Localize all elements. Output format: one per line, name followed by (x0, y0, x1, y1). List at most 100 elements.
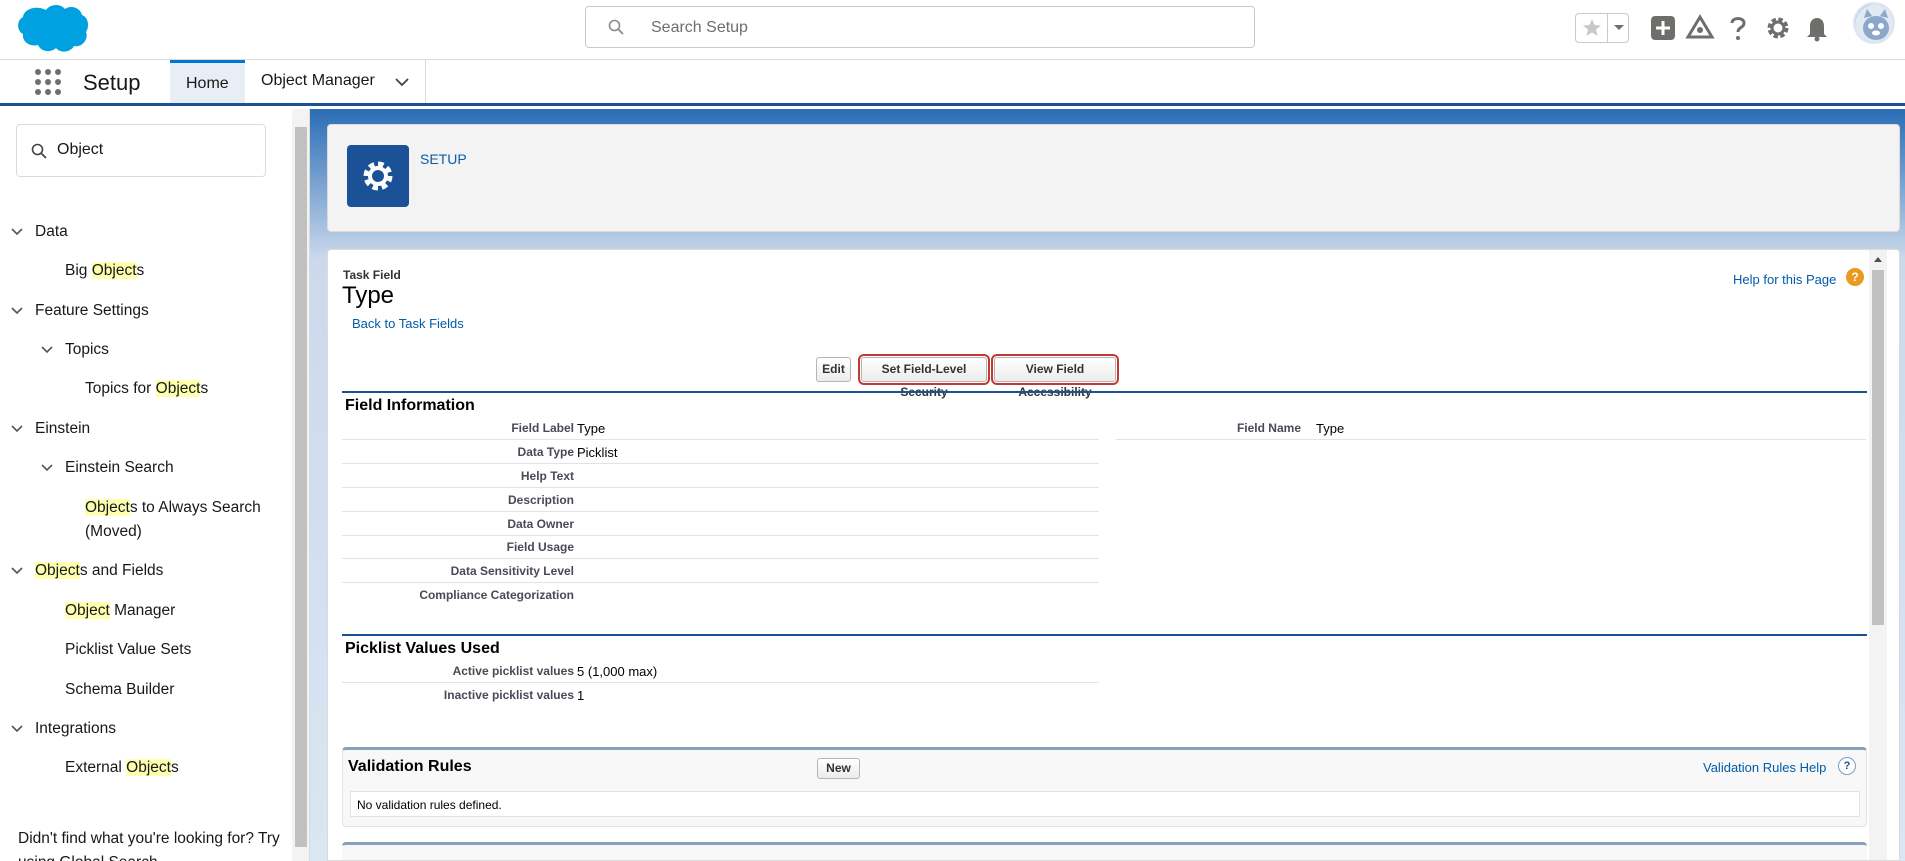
tab-home-label: Home (186, 75, 229, 92)
tree-item-object-manager[interactable]: Object Manager (65, 599, 175, 623)
detail-value: Type (577, 421, 606, 436)
field-detail-card: Task Field Type Back to Task Fields Help… (327, 249, 1900, 861)
caret-down-icon[interactable] (1613, 20, 1625, 34)
tree-label: Feature Settings (35, 302, 149, 319)
detail-row: Data Owner (342, 512, 1099, 536)
gear-icon (363, 161, 393, 191)
page-title: Type (342, 282, 395, 309)
back-to-task-fields-link[interactable]: Back to Task Fields (352, 316, 464, 331)
detail-row: Field Label Type (342, 416, 1099, 440)
detail-label: Field Name (1236, 421, 1301, 435)
tree-label: Einstein Search (65, 459, 174, 476)
detail-value: Type (1316, 421, 1345, 436)
sidebar-scrollbar[interactable] (292, 109, 309, 861)
tree-item-picklist-value-sets[interactable]: Picklist Value Sets (65, 638, 191, 662)
sidebar-scrollbar-thumb[interactable] (295, 127, 307, 847)
chevron-down-icon (11, 567, 23, 575)
detail-row: Data Sensitivity Level (342, 559, 1099, 583)
tree-node-data[interactable]: Data (10, 220, 68, 244)
detail-row: Inactive picklist values 1 (342, 683, 1099, 707)
app-name: Setup (83, 70, 141, 95)
chevron-down-icon (11, 307, 23, 315)
favorites-button[interactable] (1575, 13, 1629, 43)
tree-label: Einstein (35, 420, 91, 437)
global-search[interactable]: Search Setup (585, 6, 1255, 48)
tree-node-objects-and-fields[interactable]: Objects and Fields (10, 559, 163, 583)
bell-icon[interactable] (1802, 13, 1832, 43)
help-link-label: Help for this Page (1733, 272, 1837, 287)
sidebar-footer-hint: Didn't find what you're looking for? Try… (18, 830, 280, 861)
detail-row: Data Type Picklist (342, 440, 1099, 464)
detail-label: Active picklist values (452, 664, 574, 678)
tree-item-objects-to-always-search[interactable]: Objects to Always Search (Moved) (85, 496, 285, 544)
detail-value: 5 (1,000 max) (577, 664, 658, 679)
search-icon (31, 143, 47, 159)
view-field-accessibility-button[interactable]: View Field Accessibility (991, 354, 1119, 399)
detail-label: Data Sensitivity Level (450, 564, 574, 578)
tree-node-einstein-search[interactable]: Einstein Search (40, 456, 174, 480)
page-object-type: Task Field (343, 268, 401, 282)
context-bar: Setup Home Object Manager (0, 60, 1905, 106)
section-heading: Picklist Values Used (345, 640, 500, 657)
tab-home[interactable]: Home (170, 60, 245, 103)
setup-header-card: SETUP (327, 124, 1900, 232)
help-icon[interactable] (1723, 13, 1753, 43)
chevron-down-icon (41, 464, 53, 472)
set-field-level-security-button[interactable]: Set Field-Level Security (858, 354, 990, 399)
help-for-this-page-link[interactable]: Help for this Page ? (1733, 268, 1864, 287)
tree-item-external-objects[interactable]: External Objects (65, 756, 179, 780)
help-icon: ? (1846, 268, 1864, 286)
detail-label: Data Type (517, 445, 574, 459)
setup-gear-tile (347, 145, 409, 207)
tab-object-manager-label: Object Manager (261, 72, 375, 89)
detail-label: Field Label (511, 421, 574, 435)
detail-label: Compliance Categorization (419, 588, 574, 602)
tree-node-topics[interactable]: Topics (40, 338, 109, 362)
detail-row: Active picklist values 5 (1,000 max) (342, 659, 1099, 683)
help-icon: ? (1838, 757, 1856, 775)
setup-breadcrumb[interactable]: SETUP (420, 151, 467, 167)
favorites-divider (1607, 14, 1608, 42)
tree-node-feature-settings[interactable]: Feature Settings (10, 299, 149, 323)
detail-label: Help Text (520, 469, 574, 483)
edit-button[interactable]: Edit (816, 357, 851, 382)
content-scrollbar[interactable] (1869, 250, 1887, 860)
detail-row: Help Text (342, 464, 1099, 488)
setup-sidebar: Object Data Big Objects Feature Settings… (0, 109, 310, 861)
new-validation-rule-button[interactable]: New (817, 758, 860, 779)
tree-item-schema-builder[interactable]: Schema Builder (65, 678, 174, 702)
next-related-list (342, 842, 1867, 860)
tree-item-big-objects[interactable]: Big Objects (65, 259, 144, 283)
tree-label: Integrations (35, 720, 116, 737)
global-header: Search Setup (0, 0, 1905, 60)
detail-label: Inactive picklist values (443, 688, 574, 702)
tree-item-topics-for-objects[interactable]: Topics for Objects (85, 377, 208, 401)
tree-label: Data (35, 223, 68, 240)
trailhead-icon[interactable] (1685, 13, 1715, 43)
plus-icon[interactable] (1648, 13, 1678, 43)
tree-node-einstein[interactable]: Einstein (10, 417, 90, 441)
tab-object-manager[interactable]: Object Manager (246, 60, 426, 103)
avatar[interactable] (1853, 2, 1895, 44)
content-scrollbar-thumb[interactable] (1872, 270, 1884, 625)
validation-rules-help-link[interactable]: Validation Rules Help ? (1703, 757, 1856, 775)
detail-row: Compliance Categorization (342, 583, 1099, 607)
detail-row: Field Usage (342, 535, 1099, 559)
chevron-down-icon[interactable] (394, 76, 410, 88)
scroll-up-arrow-icon[interactable] (1874, 256, 1882, 262)
app-launcher-icon[interactable] (34, 68, 62, 96)
detail-row-right: Field Name Type (1116, 416, 1866, 440)
tree-label: Objects and Fields (35, 562, 164, 579)
star-icon (1583, 19, 1601, 36)
gear-icon[interactable] (1763, 13, 1793, 43)
tree-label: Topics (65, 341, 109, 358)
section-heading: Validation Rules (348, 758, 472, 775)
chevron-down-icon (11, 725, 23, 733)
detail-label: Data Owner (507, 517, 574, 531)
validation-rules-empty-message: No validation rules defined. (350, 791, 1860, 817)
tree-node-integrations[interactable]: Integrations (10, 717, 116, 741)
salesforce-cloud-logo[interactable] (16, 2, 90, 54)
search-placeholder: Search Setup (651, 19, 748, 36)
quick-find-input[interactable]: Object (16, 124, 266, 177)
help-link-label: Validation Rules Help (1703, 760, 1827, 775)
